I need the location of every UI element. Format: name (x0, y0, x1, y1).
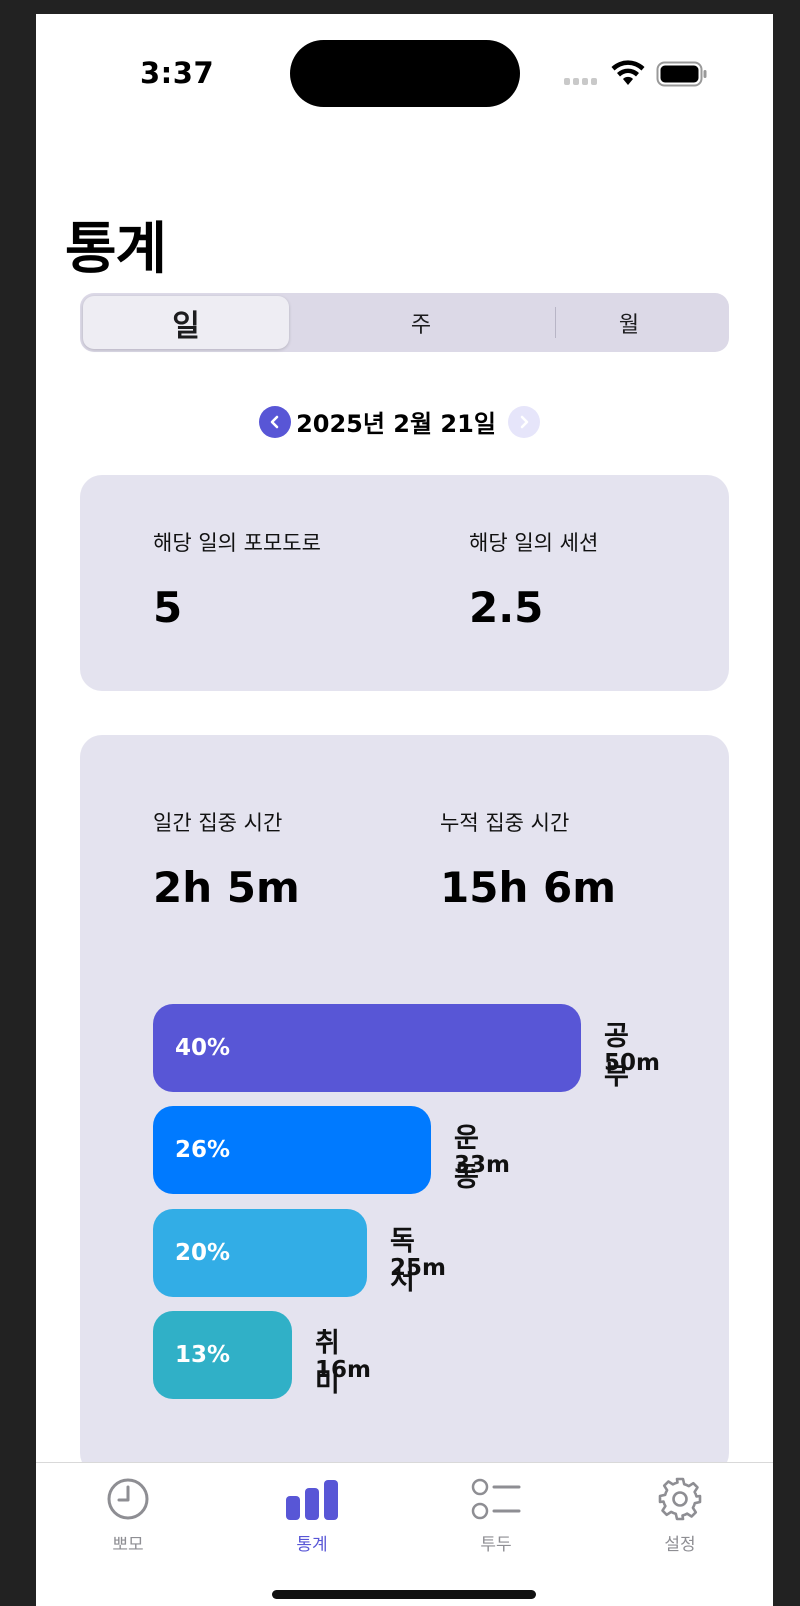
category-duration: 33m (454, 1152, 510, 1178)
segment-week[interactable]: 주 (318, 293, 524, 352)
category-duration: 50m (604, 1050, 660, 1076)
category-duration: 16m (315, 1357, 371, 1383)
daily-focus-label: 일간 집중 시간 (153, 811, 283, 835)
pomodoro-value: 5 (153, 583, 183, 632)
focus-time-card: 일간 집중 시간 2h 5m 누적 집중 시간 15h 6m 40% 공부 50… (80, 735, 729, 1475)
gear-icon (657, 1475, 703, 1522)
home-indicator (272, 1590, 536, 1599)
category-percent: 40% (175, 1035, 231, 1061)
tab-bar: 뽀모 통계 투두 설정 (36, 1462, 773, 1606)
tab-todo[interactable]: 투두 (436, 1475, 556, 1555)
category-percent: 26% (175, 1137, 231, 1163)
tab-settings[interactable]: 설정 (620, 1475, 740, 1555)
summary-card: 해당 일의 포모도로 5 해당 일의 세션 2.5 (80, 475, 729, 691)
category-duration: 25m (390, 1255, 446, 1281)
category-percent: 20% (175, 1240, 231, 1266)
wifi-icon (611, 60, 645, 90)
list-icon (471, 1475, 521, 1522)
total-focus-value: 15h 6m (440, 863, 616, 912)
tab-pomo[interactable]: 뽀모 (68, 1475, 188, 1555)
category-bar: 20% (153, 1209, 367, 1297)
total-focus-label: 누적 집중 시간 (440, 811, 570, 835)
session-label: 해당 일의 세션 (469, 531, 599, 555)
chevron-right-icon (520, 415, 529, 429)
cellular-signal-icon (564, 78, 597, 85)
date-navigation: 2025년 2월 21일 (36, 392, 773, 452)
status-time: 3:37 (140, 56, 215, 90)
battery-icon (656, 61, 708, 91)
tab-stats[interactable]: 통계 (252, 1475, 372, 1555)
clock-icon (106, 1475, 150, 1522)
segment-day[interactable]: 일 (83, 296, 289, 349)
segment-month[interactable]: 월 (529, 293, 729, 352)
tab-label: 설정 (664, 1535, 696, 1555)
page-title: 통계 (65, 217, 167, 282)
session-value: 2.5 (469, 583, 544, 632)
category-bar: 40% (153, 1004, 581, 1092)
current-date: 2025년 2월 21일 (296, 410, 496, 438)
chevron-left-icon (270, 415, 279, 429)
daily-focus-value: 2h 5m (153, 863, 300, 912)
next-day-button[interactable] (508, 406, 540, 438)
tab-label: 통계 (296, 1535, 328, 1555)
category-bar: 26% (153, 1106, 431, 1194)
dynamic-island (290, 40, 520, 107)
tab-label: 투두 (480, 1535, 512, 1555)
pomodoro-label: 해당 일의 포모도로 (153, 531, 321, 555)
bar-chart-icon (284, 1475, 340, 1522)
period-segmented-control: 일 주 월 (80, 293, 729, 352)
category-percent: 13% (175, 1342, 231, 1368)
app-screen: 3:37 통계 일 주 월 2025년 2월 21일 해당 일의 포모도로 5 … (36, 14, 773, 1606)
previous-day-button[interactable] (259, 406, 291, 438)
tab-label: 뽀모 (112, 1535, 144, 1555)
category-bar: 13% (153, 1311, 292, 1399)
